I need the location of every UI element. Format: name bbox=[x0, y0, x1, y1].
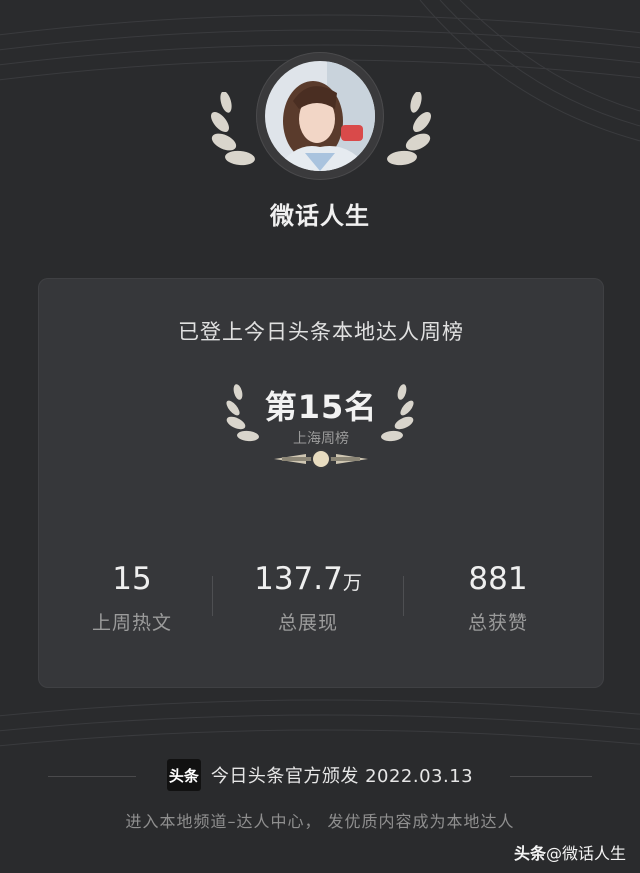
toutiao-logo-icon: 头条 bbox=[166, 759, 201, 791]
card-title: 已登上今日头条本地达人周榜 bbox=[178, 320, 464, 344]
issuer-text: 今日头条官方颁发 2022.03.13 bbox=[210, 766, 474, 787]
stat-hot-articles: 15 上周热文 bbox=[52, 560, 212, 635]
stat-label: 总展现 bbox=[277, 612, 338, 634]
username: 微话人生 bbox=[270, 202, 370, 230]
stat-impressions: 137.7万 总展现 bbox=[228, 560, 388, 635]
rank-subtitle: 上海周榜 bbox=[293, 431, 349, 447]
user-avatar-photo-icon bbox=[265, 61, 375, 171]
avatar[interactable] bbox=[265, 61, 375, 171]
rank-medal-bar-icon bbox=[274, 449, 368, 469]
stat-label: 总获赞 bbox=[467, 612, 528, 634]
laurel-left-icon bbox=[211, 92, 255, 166]
watermark: 头条@微话人生 bbox=[514, 840, 626, 864]
stat-divider bbox=[212, 576, 213, 616]
stat-label: 上周热文 bbox=[91, 612, 172, 634]
footer-hint: 进入本地频道–达人中心， 发优质内容成为本地达人 bbox=[125, 812, 515, 831]
watermark-brand: 头条 bbox=[513, 844, 546, 863]
stat-value: 881 bbox=[468, 561, 528, 597]
issuer-row: 头条 今日头条官方颁发 2022.03.13 bbox=[0, 758, 640, 792]
stat-divider bbox=[403, 576, 404, 616]
stat-likes: 881 总获赞 bbox=[418, 560, 578, 635]
laurel-right-icon bbox=[387, 92, 431, 166]
stat-value: 15 bbox=[112, 561, 152, 597]
rank-label: 第15名 bbox=[264, 388, 378, 426]
watermark-author: @微话人生 bbox=[545, 844, 626, 863]
stat-value: 137.7万 bbox=[254, 561, 362, 597]
